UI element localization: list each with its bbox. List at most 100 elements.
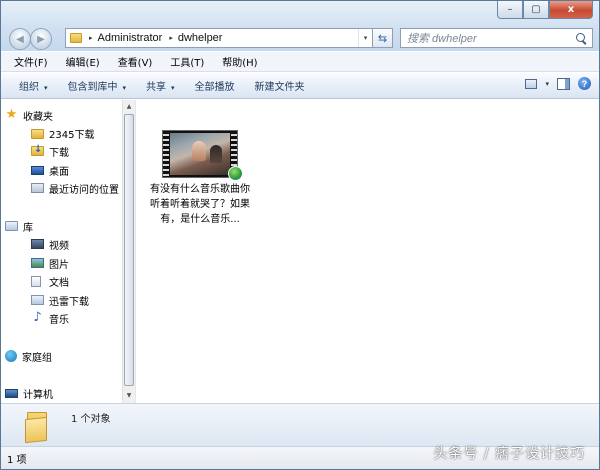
maximize-button[interactable]: ▢	[523, 1, 549, 19]
media-player-icon	[228, 166, 243, 181]
homegroup-icon	[5, 350, 17, 362]
video-thumbnail	[162, 130, 243, 181]
window-controls: – ▢ x	[497, 1, 593, 19]
address-bar[interactable]: ▸ Administrator ▸ dwhelper ▾	[65, 28, 393, 48]
folder-icon	[25, 412, 49, 444]
help-icon[interactable]: ?	[578, 77, 591, 90]
sidebar-item-videos[interactable]: 视频	[31, 235, 69, 253]
sidebar-item-recent-places[interactable]: 最近访问的位置	[31, 179, 119, 197]
recent-places-icon	[31, 183, 44, 193]
new-folder-button[interactable]: 新建文件夹	[245, 78, 315, 93]
preview-pane-icon[interactable]	[557, 77, 570, 90]
menu-help[interactable]: 帮助(H)	[213, 54, 266, 69]
sidebar-item-downloads[interactable]: 下载	[31, 142, 69, 160]
sidebar-item-pictures[interactable]: 图片	[31, 254, 69, 272]
sidebar-item-label: 音乐	[49, 314, 69, 326]
minimize-button[interactable]: –	[497, 1, 523, 19]
sidebar-item-thunder-downloads[interactable]: 迅雷下载	[31, 291, 89, 309]
search-icon[interactable]	[576, 32, 587, 44]
star-icon: ★	[5, 107, 18, 122]
menu-edit[interactable]: 编辑(E)	[57, 54, 109, 69]
scroll-down-icon[interactable]: ▼	[123, 390, 135, 402]
sidebar-item-label: 家庭组	[22, 352, 52, 364]
sidebar-item-music[interactable]: ♪ 音乐	[31, 309, 69, 327]
file-name: 有没有什么音乐歌曲你听着听着就哭了？如果有，是什么音乐...	[150, 184, 250, 225]
sidebar-item-label: 计算机	[23, 389, 53, 401]
search-placeholder: 搜索 dwhelper	[407, 33, 477, 45]
chevron-down-icon: ▾	[122, 84, 127, 92]
menu-file[interactable]: 文件(F)	[5, 54, 57, 69]
breadcrumb-dwhelper[interactable]: dwhelper	[178, 32, 223, 44]
sidebar-item-computer[interactable]: 计算机	[5, 384, 53, 402]
menu-tools[interactable]: 工具(T)	[161, 54, 213, 69]
chevron-down-icon: ▾	[44, 84, 48, 92]
sidebar-item-label: 下载	[49, 147, 69, 159]
desktop-icon	[31, 165, 44, 175]
scrollbar-thumb[interactable]	[124, 114, 134, 386]
video-icon	[31, 239, 44, 249]
folder-icon	[31, 128, 44, 139]
close-button[interactable]: x	[549, 1, 593, 19]
share-label: 共享	[146, 82, 167, 93]
video-frame	[170, 133, 230, 175]
title-bar: – ▢ x ◀ ▶ ▸ Administrator ▸ dwhelper ▾ ⇆…	[1, 1, 599, 51]
navigation-scrollbar[interactable]: ▲ ▼	[122, 100, 135, 403]
sidebar-item-desktop[interactable]: 桌面	[31, 161, 69, 179]
sidebar-item-2345-downloads[interactable]: 2345下载	[31, 124, 94, 142]
breadcrumb-administrator[interactable]: Administrator	[98, 32, 163, 44]
chevron-down-icon: ▾	[171, 84, 175, 92]
command-bar: 组织 ▾ 包含到库中 ▾ 共享 ▾ 全部播放 新建文件夹 ▾ ?	[1, 73, 599, 99]
folder-icon	[70, 33, 82, 43]
sidebar-item-label: 迅雷下载	[49, 296, 89, 308]
share-button[interactable]: 共享 ▾	[136, 78, 185, 93]
computer-icon	[5, 388, 18, 398]
change-view-icon[interactable]	[525, 78, 538, 89]
sidebar-item-documents[interactable]: 文档	[31, 272, 69, 290]
navigation-pane: ★ 收藏夹 2345下载 下载 桌面 最近访问的位置 库 视频	[1, 100, 122, 403]
sidebar-item-label: 视频	[49, 240, 69, 252]
organize-label: 组织	[19, 82, 39, 93]
menu-bar: 文件(F) 编辑(E) 查看(V) 工具(T) 帮助(H)	[1, 52, 599, 72]
watermark: 头条号 / 痞子设计技巧	[433, 446, 585, 462]
sidebar-item-label: 图片	[49, 259, 69, 271]
menu-view[interactable]: 查看(V)	[109, 54, 162, 69]
refresh-button[interactable]: ⇆	[372, 28, 393, 48]
search-input[interactable]: 搜索 dwhelper	[400, 28, 593, 48]
chevron-down-icon[interactable]: ▾	[545, 80, 549, 88]
back-button[interactable]: ◀	[9, 28, 31, 50]
details-summary: 1 个对象	[71, 414, 111, 425]
pictures-icon	[31, 258, 44, 268]
play-all-button[interactable]: 全部播放	[185, 78, 245, 93]
status-item-count: 1 项	[7, 454, 27, 466]
sidebar-item-label: 收藏夹	[23, 111, 53, 123]
file-item[interactable]: 有没有什么音乐歌曲你听着听着就哭了？如果有，是什么音乐...	[150, 130, 250, 227]
details-pane: 1 个对象	[1, 403, 599, 446]
sidebar-item-label: 文档	[49, 277, 69, 289]
sidebar-item-label: 最近访问的位置	[49, 184, 119, 196]
view-controls: ▾ ?	[525, 77, 591, 90]
sidebar-item-label: 2345下载	[49, 129, 95, 141]
address-dropdown-icon[interactable]: ▾	[358, 29, 372, 47]
sidebar-item-label: 桌面	[49, 166, 69, 178]
scroll-up-icon[interactable]: ▲	[123, 101, 135, 113]
forward-button[interactable]: ▶	[30, 28, 52, 50]
sidebar-item-libraries[interactable]: 库	[5, 217, 33, 235]
include-in-library-button[interactable]: 包含到库中 ▾	[58, 78, 137, 93]
documents-icon	[31, 275, 41, 287]
folder-front	[25, 416, 47, 444]
video-frame-figure	[192, 141, 206, 161]
sidebar-item-homegroup[interactable]: 家庭组	[5, 347, 52, 365]
video-frame-figure	[210, 145, 222, 163]
breadcrumb-separator[interactable]: ▸	[169, 34, 173, 42]
sidebar-item-label: 库	[23, 222, 33, 234]
downloads-icon	[31, 144, 44, 156]
filmstrip-icon	[163, 131, 169, 177]
sidebar-item-favorites[interactable]: ★ 收藏夹	[5, 106, 53, 124]
explorer-window: – ▢ x ◀ ▶ ▸ Administrator ▸ dwhelper ▾ ⇆…	[0, 0, 600, 470]
breadcrumb-separator[interactable]: ▸	[89, 34, 93, 42]
music-icon: ♪	[33, 310, 42, 325]
file-list: 有没有什么音乐歌曲你听着听着就哭了？如果有，是什么音乐...	[136, 100, 599, 403]
include-in-library-label: 包含到库中	[67, 82, 118, 93]
library-icon	[31, 295, 44, 305]
organize-button[interactable]: 组织 ▾	[9, 78, 58, 93]
